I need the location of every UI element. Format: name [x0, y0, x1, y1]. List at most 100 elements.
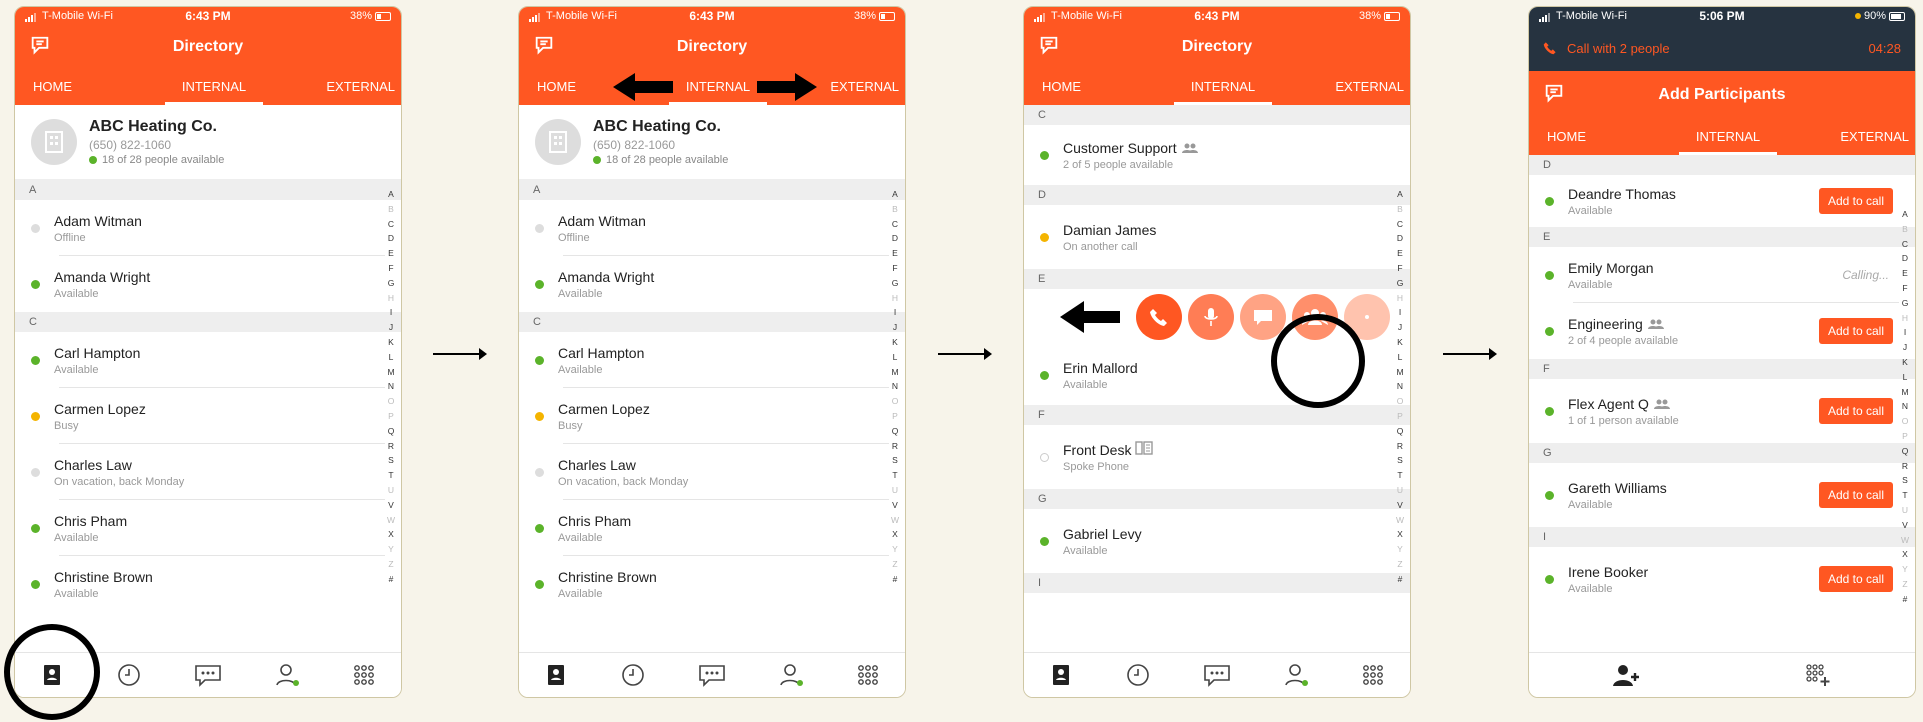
alphabet-letter[interactable]: L	[890, 350, 900, 365]
alphabet-letter[interactable]: D	[890, 231, 900, 246]
tab-home[interactable]: HOME	[15, 69, 144, 105]
history-icon[interactable]	[1125, 662, 1151, 688]
alphabet-letter[interactable]: F	[1395, 261, 1405, 276]
add-to-call-button[interactable]: Add to call	[1818, 566, 1893, 592]
call-action[interactable]	[1136, 294, 1182, 340]
alphabet-letter[interactable]: X	[1395, 527, 1405, 542]
alphabet-letter[interactable]: O	[890, 394, 900, 409]
contact-row[interactable]: Carl Hampton Available	[15, 332, 401, 388]
participant-row[interactable]: Irene Booker Available Add to call	[1529, 547, 1915, 611]
alphabet-letter[interactable]: C	[1900, 237, 1910, 252]
contact-row[interactable]: Charles Law On vacation, back Monday	[519, 444, 905, 500]
alphabet-letter[interactable]: K	[890, 335, 900, 350]
add-to-call-button[interactable]: Add to call	[1818, 188, 1893, 214]
tab-internal[interactable]: INTERNAL	[1153, 69, 1292, 105]
alphabet-letter[interactable]: D	[386, 231, 396, 246]
alphabet-letter[interactable]: I	[1900, 325, 1910, 340]
alphabet-letter[interactable]: #	[1395, 572, 1405, 587]
contact-row[interactable]: Christine Brown Available	[519, 556, 905, 612]
contact-row[interactable]: Chris Pham Available	[15, 500, 401, 556]
alphabet-letter[interactable]: F	[386, 261, 396, 276]
alphabet-letter[interactable]: C	[1395, 217, 1405, 232]
participant-row[interactable]: Engineering 2 of 4 people available Add t…	[1529, 303, 1915, 359]
history-icon[interactable]	[620, 662, 646, 688]
alphabet-letter[interactable]: S	[890, 453, 900, 468]
alphabet-letter[interactable]: J	[1395, 320, 1405, 335]
contact-row[interactable]: Carmen Lopez Busy	[15, 388, 401, 444]
alphabet-letter[interactable]: #	[890, 572, 900, 587]
alphabet-letter[interactable]: W	[1900, 533, 1910, 548]
alphabet-letter[interactable]: N	[1900, 399, 1910, 414]
contact-row[interactable]: Carl Hampton Available	[519, 332, 905, 388]
alphabet-letter[interactable]: R	[386, 439, 396, 454]
alphabet-letter[interactable]: Q	[890, 424, 900, 439]
messages-icon[interactable]	[1203, 663, 1231, 687]
alphabet-letter[interactable]: E	[1395, 246, 1405, 261]
alphabet-letter[interactable]: B	[890, 202, 900, 217]
alphabet-letter[interactable]: #	[386, 572, 396, 587]
alphabet-letter[interactable]: Y	[890, 542, 900, 557]
alphabet-letter[interactable]: Q	[386, 424, 396, 439]
alphabet-letter[interactable]: D	[1900, 251, 1910, 266]
alphabet-letter[interactable]: P	[386, 409, 396, 424]
alphabet-letter[interactable]: I	[890, 305, 900, 320]
alphabet-letter[interactable]: Y	[386, 542, 396, 557]
voicemail-action[interactable]	[1188, 294, 1234, 340]
contact-row[interactable]: Adam Witman Offline	[15, 200, 401, 256]
alphabet-index[interactable]: A B C D E F G H I J K L M N O P Q R S T U V W X Y Z #	[386, 187, 396, 587]
alphabet-letter[interactable]: N	[890, 379, 900, 394]
alphabet-letter[interactable]: V	[386, 498, 396, 513]
contact-row[interactable]: Gabriel Levy Available	[1024, 509, 1410, 573]
contact-row[interactable]: Chris Pham Available	[519, 500, 905, 556]
alphabet-letter[interactable]: G	[1900, 296, 1910, 311]
dialpad-icon[interactable]	[1362, 664, 1384, 686]
alphabet-letter[interactable]: G	[890, 276, 900, 291]
alphabet-letter[interactable]: #	[1900, 592, 1910, 607]
dialpad-icon[interactable]	[857, 664, 879, 686]
alphabet-letter[interactable]: P	[1900, 429, 1910, 444]
add-to-call-button[interactable]: Add to call	[1818, 318, 1893, 344]
alphabet-letter[interactable]: N	[386, 379, 396, 394]
alphabet-letter[interactable]: J	[890, 320, 900, 335]
messages-icon[interactable]	[698, 663, 726, 687]
alphabet-letter[interactable]: K	[1900, 355, 1910, 370]
alphabet-letter[interactable]: S	[386, 453, 396, 468]
directory-icon[interactable]	[1050, 663, 1072, 687]
alphabet-letter[interactable]: M	[890, 365, 900, 380]
alphabet-letter[interactable]: Y	[1395, 542, 1405, 557]
alphabet-letter[interactable]: R	[890, 439, 900, 454]
alphabet-index[interactable]: A B C D E F G H I J K L M N O P Q R S T U V W X Y Z #	[890, 187, 900, 587]
alphabet-letter[interactable]: F	[890, 261, 900, 276]
messages-icon[interactable]	[194, 663, 222, 687]
alphabet-letter[interactable]: K	[386, 335, 396, 350]
alphabet-letter[interactable]: L	[386, 350, 396, 365]
contact-row[interactable]: Customer Support 2 of 5 people available	[1024, 125, 1410, 185]
alphabet-letter[interactable]: V	[890, 498, 900, 513]
alphabet-letter[interactable]: P	[890, 409, 900, 424]
alphabet-letter[interactable]: G	[386, 276, 396, 291]
alphabet-letter[interactable]: L	[1900, 370, 1910, 385]
alphabet-letter[interactable]: H	[386, 291, 396, 306]
alphabet-letter[interactable]: O	[1395, 394, 1405, 409]
alphabet-letter[interactable]: Y	[1900, 562, 1910, 577]
call-banner[interactable]: Call with 2 people 04:28	[1529, 25, 1915, 71]
alphabet-letter[interactable]: Z	[890, 557, 900, 572]
participant-row[interactable]: Flex Agent Q 1 of 1 person available Add …	[1529, 379, 1915, 443]
participant-row[interactable]: Gareth Williams Available Add to call	[1529, 463, 1915, 527]
alphabet-letter[interactable]: X	[1900, 547, 1910, 562]
alphabet-letter[interactable]: J	[1900, 340, 1910, 355]
alphabet-letter[interactable]: U	[1900, 503, 1910, 518]
alphabet-letter[interactable]: X	[386, 527, 396, 542]
alphabet-letter[interactable]: M	[1900, 385, 1910, 400]
alphabet-letter[interactable]: G	[1395, 276, 1405, 291]
alphabet-letter[interactable]: Z	[386, 557, 396, 572]
dialpad-icon[interactable]	[353, 664, 375, 686]
contact-row[interactable]: Charles Law On vacation, back Monday	[15, 444, 401, 500]
alphabet-letter[interactable]: C	[890, 217, 900, 232]
alphabet-letter[interactable]: Q	[1395, 424, 1405, 439]
contact-row[interactable]: Front Desk Spoke Phone	[1024, 425, 1410, 489]
org-card[interactable]: ABC Heating Co. (650) 822-1060 18 of 28 …	[15, 105, 401, 180]
alphabet-letter[interactable]: U	[386, 483, 396, 498]
tab-external[interactable]: EXTERNAL	[1798, 119, 1915, 155]
alphabet-letter[interactable]: U	[1395, 483, 1405, 498]
